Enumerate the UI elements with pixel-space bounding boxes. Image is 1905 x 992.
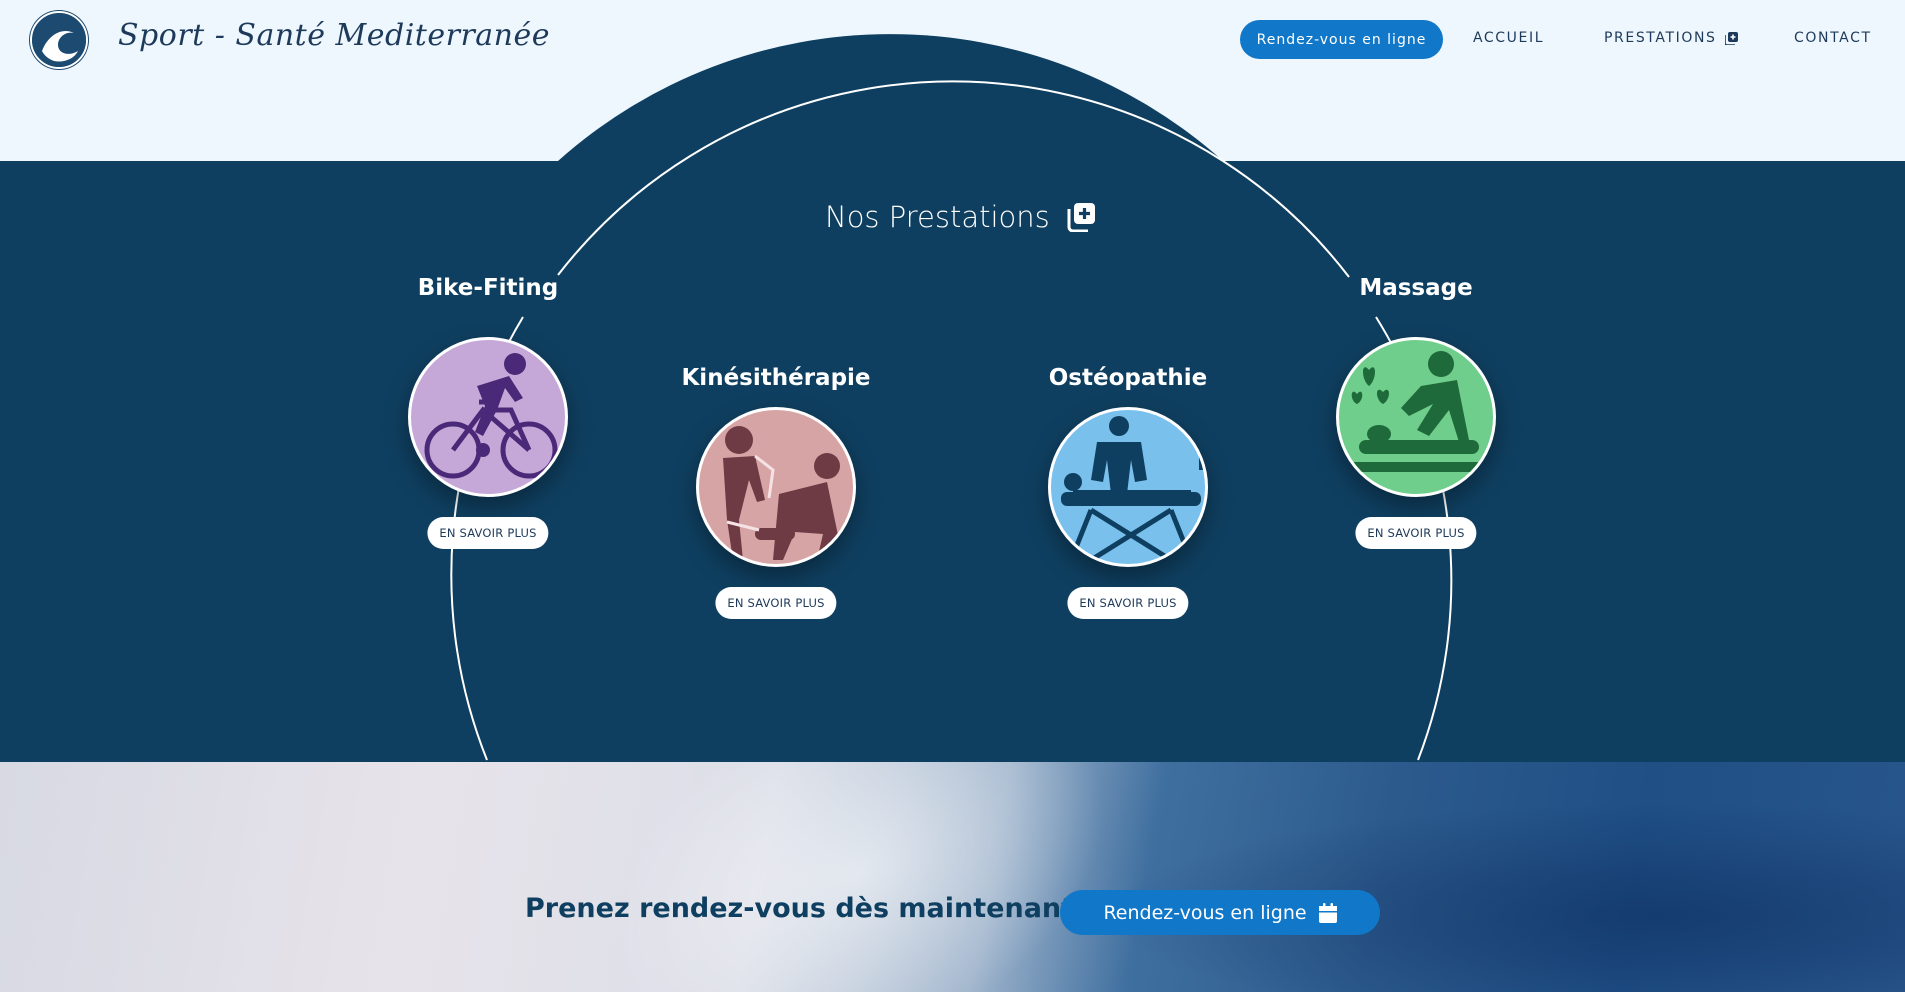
booking-button-label: Rendez-vous en ligne (1103, 901, 1307, 924)
service-card-osteopathie[interactable] (1048, 407, 1208, 567)
wave-background-image (0, 762, 1905, 992)
bike-fiting-more-button[interactable]: EN SAVOIR PLUS (427, 517, 549, 549)
plus-square-icon (1724, 31, 1738, 45)
online-booking-button[interactable]: Rendez-vous en ligne (1240, 20, 1443, 59)
services-title: Nos Prestations (825, 200, 1096, 234)
nav-accueil-label: ACCUEIL (1473, 30, 1545, 46)
service-title-bike-fiting: Bike-Fiting (417, 275, 559, 301)
physiotherapy-icon (723, 426, 840, 560)
osteopathie-more-button[interactable]: EN SAVOIR PLUS (1067, 587, 1189, 619)
brand-name[interactable]: Sport - Santé Mediterranée (118, 18, 550, 53)
service-card-massage[interactable] (1336, 337, 1496, 497)
massage-icon (1347, 351, 1493, 472)
nav-prestations[interactable]: PRESTATIONS (1604, 30, 1738, 46)
massage-more-button[interactable]: EN SAVOIR PLUS (1355, 517, 1477, 549)
cyclist-icon (424, 353, 558, 479)
service-title-massage: Massage (1359, 275, 1473, 301)
booking-cta-text: Prenez rendez-vous dès maintenant ! (525, 893, 1096, 924)
services-title-text: Nos Prestations (825, 200, 1050, 234)
site-header: Sport - Santé Mediterranée Rendez-vous e… (0, 0, 1905, 161)
plus-square-icon (1067, 203, 1095, 232)
service-card-kinesitherapie[interactable] (696, 407, 856, 567)
nav-contact[interactable]: CONTACT (1794, 30, 1872, 46)
wave-logo-icon[interactable] (30, 11, 88, 69)
calendar-icon (1318, 902, 1337, 923)
booking-button[interactable]: Rendez-vous en ligne (1060, 890, 1380, 935)
service-title-kinesitherapie: Kinésithérapie (681, 365, 871, 391)
osteopath-icon (1061, 416, 1204, 563)
service-title-osteopathie: Ostéopathie (1048, 365, 1208, 391)
services-section (0, 161, 1905, 762)
nav-accueil[interactable]: ACCUEIL (1473, 30, 1544, 46)
service-card-bike-fiting[interactable] (408, 337, 568, 497)
nav-prestations-label: PRESTATIONS (1604, 30, 1717, 46)
nav-contact-label: CONTACT (1794, 30, 1872, 46)
kinesitherapie-more-button[interactable]: EN SAVOIR PLUS (715, 587, 837, 619)
